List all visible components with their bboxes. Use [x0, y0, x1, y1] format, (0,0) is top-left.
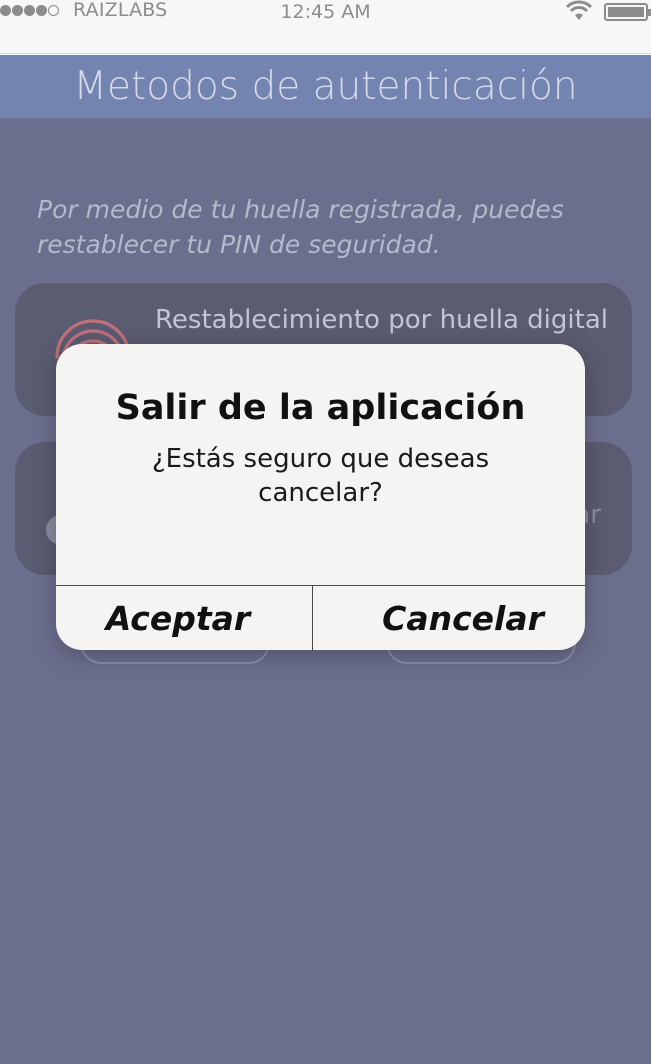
cancel-button[interactable]: Cancelar — [313, 586, 585, 650]
accept-button[interactable]: Aceptar — [56, 586, 313, 650]
alert-message: ¿Estás seguro que deseas cancelar? — [151, 444, 490, 508]
intro-text: Por medio de tu huella registrada, puede… — [37, 195, 564, 259]
status-bar: RAIZLABS 12:45 AM — [0, 0, 651, 54]
page-title: Metodos de autenticación — [0, 55, 651, 118]
exit-alert-dialog: Salir de la aplicación ¿Estás seguro que… — [56, 344, 585, 650]
wifi-icon — [565, 0, 593, 26]
status-time: 12:45 AM — [280, 1, 371, 23]
alert-title: Salir de la aplicación — [115, 388, 526, 428]
alert-button-row: Aceptar Cancelar — [56, 585, 585, 650]
fingerprint-reset-label: Restablecimiento por huella digital — [155, 305, 608, 335]
battery-icon — [604, 3, 651, 21]
